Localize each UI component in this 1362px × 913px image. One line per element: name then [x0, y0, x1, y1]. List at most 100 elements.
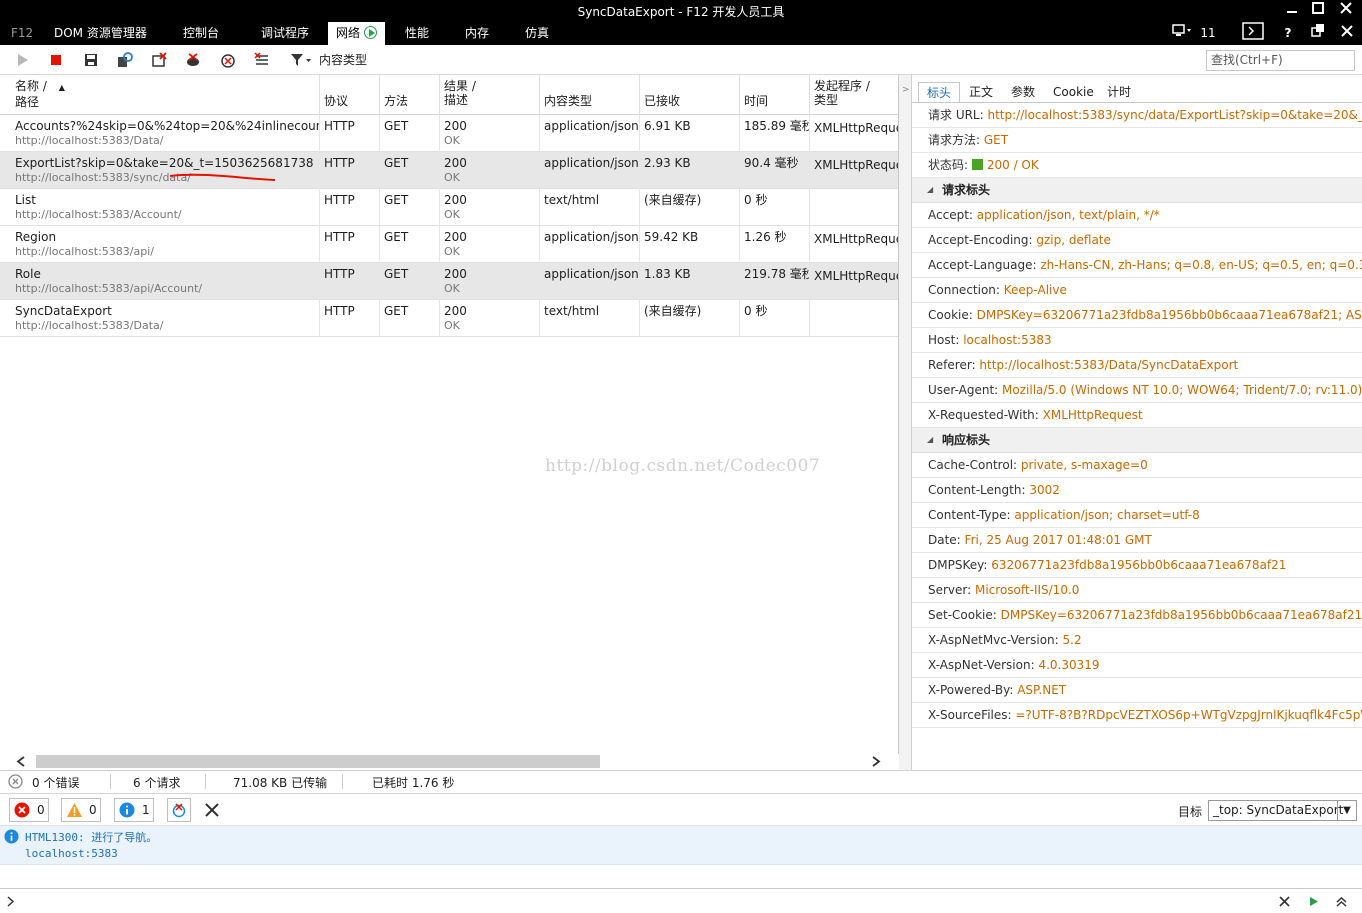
column-content-type[interactable]: 内容类型 [540, 75, 640, 115]
request-method: GET [380, 152, 440, 189]
request-protocol: HTTP [320, 189, 380, 226]
header-value: 63206771a23fdb8a1956bb0b6caaa71ea678af21 [991, 558, 1287, 572]
browser-version[interactable]: 11 [1199, 22, 1217, 45]
tab-cookies[interactable]: Cookie [1053, 82, 1094, 102]
search-input[interactable]: 查找(Ctrl+F) [1206, 50, 1355, 71]
maximize-icon[interactable] [1304, 0, 1332, 22]
tab-dom-explorer[interactable]: DOM 资源管理器 [54, 22, 147, 45]
request-method-key: 请求方法: [928, 133, 984, 147]
request-status-text: OK [444, 208, 460, 221]
tab-debugger[interactable]: 调试程序 [261, 22, 309, 45]
status-divider [110, 774, 111, 789]
info-filter-button[interactable]: 1 [114, 798, 154, 822]
clear-console-icon[interactable] [204, 802, 220, 818]
request-row[interactable]: Region http://localhost:5383/api/HTTP GET 2… [0, 226, 898, 263]
start-profiling-icon[interactable] [15, 52, 31, 68]
header-value: application/json; charset=utf-8 [1014, 508, 1200, 522]
tool-tab-bar: F12 DOM 资源管理器 控制台 调试程序 网络 性能 内存 仿真 11 ? [0, 22, 1362, 45]
request-received: (来自缓存) [640, 300, 740, 337]
clear-on-navigate-toggle[interactable] [167, 798, 191, 822]
column-time[interactable]: 时间 [740, 75, 810, 115]
errors-filter-button[interactable]: 0 [9, 798, 49, 822]
expand-pane-icon[interactable]: > [902, 85, 910, 95]
console-message-source[interactable]: localhost:5383 [25, 847, 118, 860]
scrollbar-thumb[interactable] [36, 755, 600, 768]
scroll-right-icon[interactable] [871, 756, 881, 767]
clear-session-icon[interactable] [151, 52, 167, 68]
sort-ascending-icon: ▲ [58, 83, 65, 92]
request-name: ExportList?skip=0&take=20&_t=15036256817… [15, 156, 314, 170]
tab-parameters[interactable]: 参数 [1011, 82, 1035, 102]
document-mode-icon[interactable] [1168, 22, 1198, 45]
column-initiator-label: 发起程序 / [814, 79, 870, 93]
tab-headers[interactable]: 标头 [918, 82, 961, 102]
header-key: Content-Length: [928, 483, 1030, 497]
column-initiator[interactable]: 发起程序 / 类型 [810, 75, 898, 115]
elapsed-status: 已耗时 1.76 秒 [372, 776, 455, 790]
header-key: Date: [928, 533, 965, 547]
header-line: Server: Microsoft-IIS/10.0 [912, 578, 1362, 603]
column-result-label: 结果 / [444, 79, 476, 93]
request-initiator [810, 189, 898, 226]
response-headers-section[interactable]: 响应标头 [912, 428, 1362, 453]
tab-network[interactable]: 网络 [328, 22, 386, 45]
tab-console[interactable]: 控制台 [183, 22, 219, 45]
request-row[interactable]: Accounts?%24skip=0&%24top=20&%24inlineco… [0, 115, 898, 152]
content-type-filter-label[interactable]: 内容类型 [319, 51, 367, 68]
close-window-icon[interactable] [1332, 0, 1360, 22]
request-row[interactable]: SyncDataExport http://localhost:5383/Data… [0, 300, 898, 337]
tab-emulation[interactable]: 仿真 [525, 22, 549, 45]
clear-input-icon[interactable] [1279, 896, 1290, 907]
request-row[interactable]: ExportList?skip=0&take=20&_t=15036256817… [0, 152, 898, 189]
request-name-cell: Accounts?%24skip=0&%24top=20&%24inlineco… [0, 115, 320, 152]
request-path: http://localhost:5383/Account/ [15, 208, 182, 221]
column-description-label: 描述 [444, 93, 469, 107]
warnings-filter-button[interactable]: 0 [61, 798, 101, 822]
scroll-left-icon[interactable] [16, 756, 26, 767]
column-received[interactable]: 已接收 [640, 75, 740, 115]
header-value: 4.0.30319 [1038, 658, 1100, 672]
header-line: Cache-Control: private, s-maxage=0 [912, 453, 1362, 478]
undock-icon[interactable] [1308, 22, 1328, 45]
filter-icon[interactable] [290, 52, 312, 68]
stop-profiling-icon[interactable] [48, 52, 64, 68]
console-message-text: HTML1300: 进行了导航。 [25, 831, 158, 844]
tab-body[interactable]: 正文 [969, 82, 993, 102]
request-url-key: 请求 URL: [928, 108, 988, 122]
tab-performance[interactable]: 性能 [405, 22, 429, 45]
close-devtools-icon[interactable] [1337, 22, 1357, 45]
tab-memory[interactable]: 内存 [465, 22, 489, 45]
column-name-path[interactable]: 名称 / ▲ 路径 [0, 75, 320, 115]
status-code-value: 200 / OK [986, 158, 1039, 172]
export-har-icon[interactable] [83, 52, 99, 68]
column-method[interactable]: 方法 [380, 75, 440, 115]
console-toggle-icon[interactable] [1240, 22, 1266, 45]
run-script-icon[interactable] [1308, 896, 1319, 907]
header-value: localhost:5383 [963, 333, 1052, 347]
request-type: application/json [540, 115, 640, 152]
minimize-icon[interactable] [1278, 0, 1306, 22]
request-method-line: 请求方法: GET [912, 128, 1362, 153]
clear-entries-icon[interactable] [254, 52, 270, 68]
error-icon [14, 802, 30, 818]
clear-on-navigate-icon[interactable] [117, 52, 133, 68]
always-refresh-icon[interactable] [220, 52, 236, 68]
tab-timings[interactable]: 计时 [1107, 82, 1131, 102]
column-protocol[interactable]: 协议 [320, 75, 380, 115]
clear-cache-icon[interactable] [185, 52, 201, 68]
horizontal-scrollbar[interactable] [0, 754, 899, 769]
console-input[interactable] [0, 888, 1362, 913]
column-result[interactable]: 结果 / 描述 [440, 75, 540, 115]
expand-multiline-icon[interactable] [1336, 896, 1347, 907]
request-initiator: XMLHttpRequest [814, 121, 898, 135]
pane-splitter[interactable]: > [899, 75, 912, 770]
request-status-code: 200 [444, 304, 467, 318]
request-row[interactable]: List http://localhost:5383/Account/HTTP GE… [0, 189, 898, 226]
help-icon[interactable]: ? [1280, 22, 1296, 45]
header-line: Set-Cookie: DMPSKey=63206771a23fdb8a1956… [912, 603, 1362, 628]
network-toolbar: 内容类型 [0, 45, 1362, 75]
request-row[interactable]: Role http://localhost:5383/api/Account/HT… [0, 263, 898, 300]
request-headers-section[interactable]: 请求标头 [912, 178, 1362, 203]
target-dropdown[interactable]: _top: SyncDataExport ▼ [1208, 800, 1357, 821]
header-value: application/json, text/plain, */* [976, 208, 1160, 222]
